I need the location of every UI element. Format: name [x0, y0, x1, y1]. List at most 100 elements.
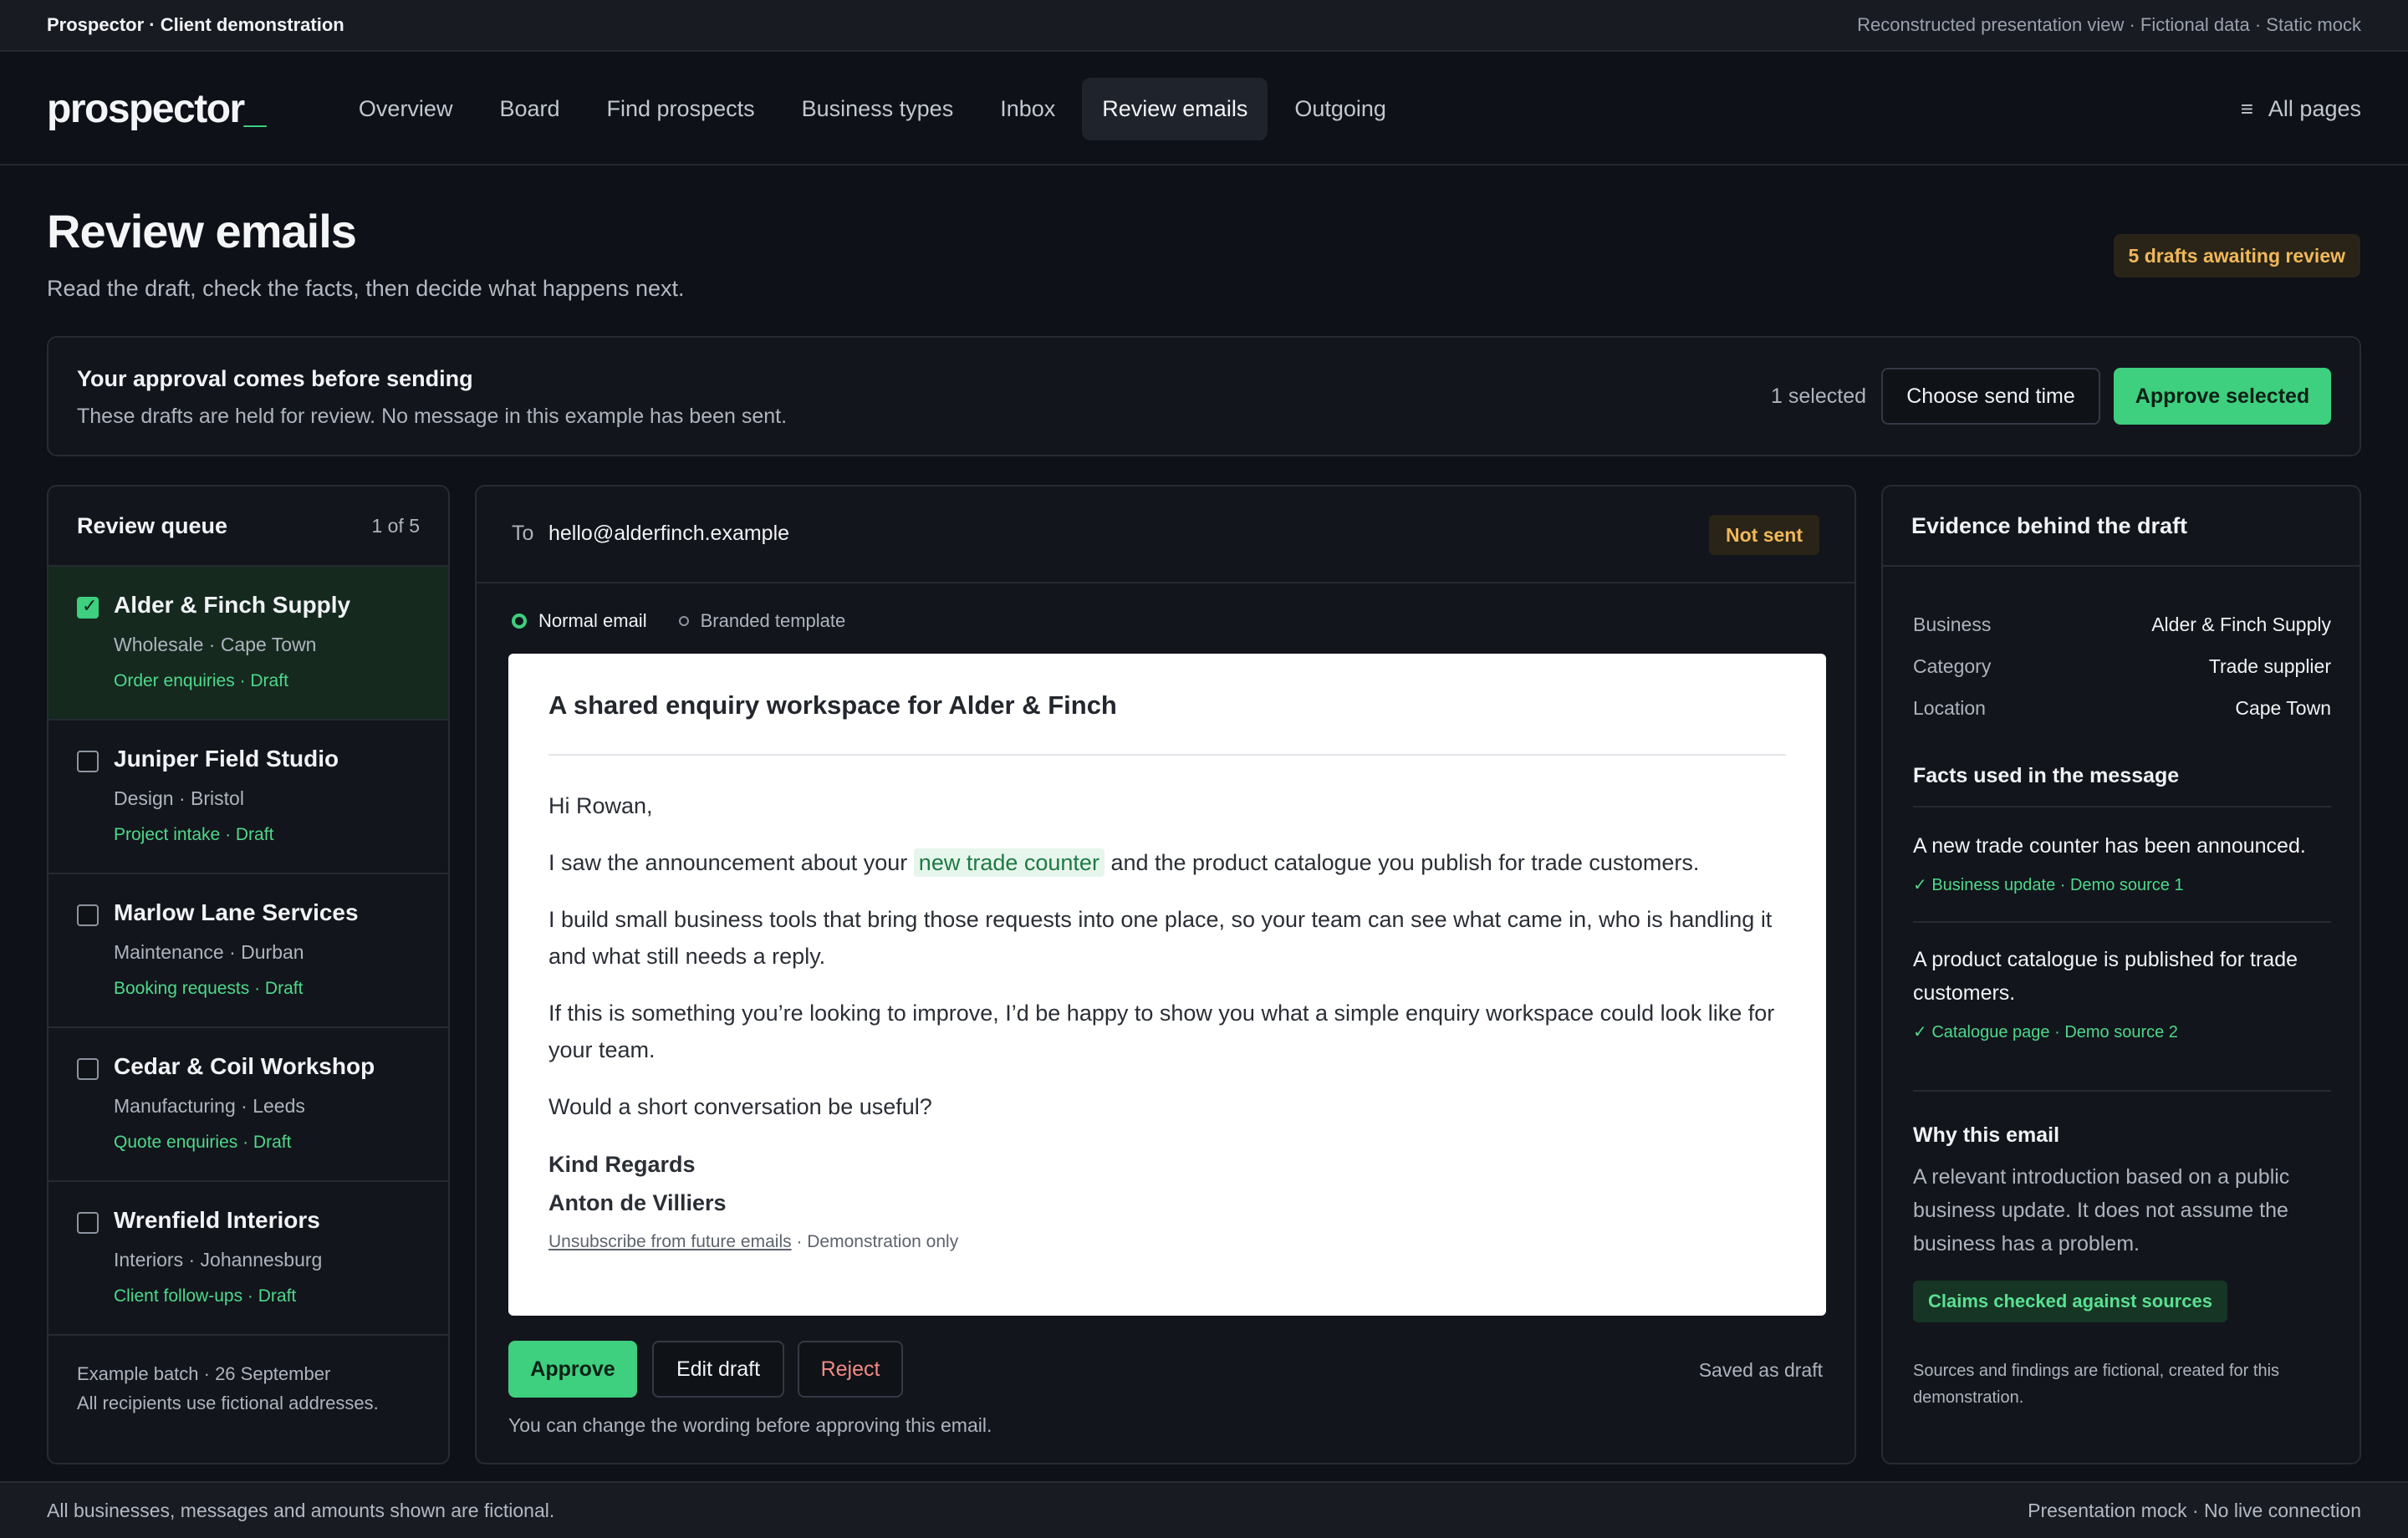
queue-item[interactable]: Marlow Lane Services Maintenance · Durba…	[48, 874, 448, 1028]
queue-title: Review queue	[77, 512, 228, 538]
mode-normal-label: Normal email	[538, 610, 647, 631]
fact-item: A new trade counter has been announced. …	[1913, 829, 2331, 896]
queue-item-status: Client follow-ups · Draft	[114, 1286, 297, 1306]
queue-count: 1 of 5	[371, 514, 420, 537]
nav-find-prospects[interactable]: Find prospects	[587, 78, 775, 140]
highlighted-fact: new trade counter	[913, 848, 1105, 877]
nav-outgoing[interactable]: Outgoing	[1274, 78, 1406, 140]
queue-item[interactable]: ✓ Alder & Finch Supply Wholesale · Cape …	[48, 567, 448, 721]
queue-item[interactable]: Wrenfield Interiors Interiors · Johannes…	[48, 1182, 448, 1336]
all-pages-button[interactable]: ≡ All pages	[2241, 96, 2361, 122]
page-footer: All businesses, messages and amounts sho…	[0, 1481, 2408, 1538]
divider	[1913, 921, 2331, 923]
queue-item-status: Quote enquiries · Draft	[114, 1133, 292, 1152]
unsubscribe-link[interactable]: Unsubscribe from future emails	[548, 1232, 792, 1251]
radio-unselected-icon	[678, 616, 689, 626]
field-label: Location	[1913, 697, 1986, 719]
subject-divider	[548, 754, 1786, 756]
menu-icon: ≡	[2240, 95, 2253, 121]
divider	[1913, 806, 2331, 807]
email-subject: A shared enquiry workspace for Alder & F…	[548, 690, 1117, 720]
queue-checkbox[interactable]: ✓	[77, 595, 99, 619]
queue-item-status: Order enquiries · Draft	[114, 671, 288, 690]
queue-item-meta: Interiors · Johannesburg	[114, 1249, 323, 1271]
selected-count: 1 selected	[1771, 384, 1866, 408]
edit-hint: You can change the wording before approv…	[508, 1414, 992, 1436]
footer-right: Presentation mock · No live connection	[2028, 1499, 2361, 1521]
edit-draft-button[interactable]: Edit draft	[652, 1341, 784, 1398]
queue-item-meta: Design · Bristol	[114, 787, 244, 809]
queue-item-status: Booking requests · Draft	[114, 979, 304, 998]
email-greeting: Hi Rowan,	[548, 793, 653, 818]
app-title: Prospector · Client demonstration	[47, 14, 344, 35]
field-value: Trade supplier	[2208, 655, 2331, 677]
email-paragraph-4: Would a short conversation be useful?	[548, 1094, 932, 1119]
email-signoff: Kind Regards	[548, 1152, 696, 1177]
queue-item[interactable]: Cedar & Coil Workshop Manufacturing · Le…	[48, 1028, 448, 1182]
fact-source: ✓ Business update · Demo source 1	[1913, 876, 2184, 894]
queue-checkbox[interactable]	[77, 751, 99, 772]
check-icon: ✓	[82, 595, 98, 616]
footer-left: All businesses, messages and amounts sho…	[47, 1499, 555, 1521]
review-queue: Review queue 1 of 5 ✓ Alder & Finch Supp…	[47, 485, 450, 1464]
why-title: Why this email	[1913, 1123, 2060, 1147]
field-location: Location Cape Town	[1913, 697, 2331, 720]
approval-banner: Your approval comes before sending These…	[47, 336, 2361, 456]
banner-title: Your approval comes before sending	[77, 366, 473, 391]
saved-note: Saved as draft	[1698, 1359, 1823, 1381]
queue-item-status: Project intake · Draft	[114, 825, 274, 844]
email-paragraph-1: I saw the announcement about your new tr…	[548, 848, 1700, 877]
why-text: A relevant introduction based on a publi…	[1913, 1165, 2290, 1255]
field-value: Cape Town	[2235, 697, 2331, 719]
mode-normal-email[interactable]: Normal email	[512, 610, 647, 632]
logo[interactable]: prospector_	[47, 86, 266, 132]
page-title: Review emails	[47, 205, 357, 257]
queue-checkbox[interactable]	[77, 1058, 99, 1080]
fact-text: A product catalogue is published for tra…	[1913, 948, 2298, 1005]
status-badge: Not sent	[1709, 515, 1819, 555]
to-label: To	[512, 522, 534, 545]
mock-note: Reconstructed presentation view · Fictio…	[1857, 14, 2361, 35]
fact-source: ✓ Catalogue page · Demo source 2	[1913, 1023, 2178, 1041]
email-body: Hi Rowan, I saw the announcement about y…	[548, 787, 1789, 1222]
queue-item-meta: Wholesale · Cape Town	[114, 634, 317, 655]
email-panel: To hello@alderfinch.example Not sent Nor…	[475, 485, 1856, 1464]
mode-branded-template[interactable]: Branded template	[678, 610, 846, 632]
queue-footer-batch: Example batch · 26 September	[77, 1363, 331, 1384]
field-category: Category Trade supplier	[1913, 655, 2331, 678]
queue-item[interactable]: Juniper Field Studio Design · Bristol Pr…	[48, 721, 448, 874]
queue-footer: Example batch · 26 September All recipie…	[77, 1359, 379, 1418]
banner-subtitle: These drafts are held for review. No mes…	[77, 405, 788, 428]
queue-item-meta: Manufacturing · Leeds	[114, 1095, 305, 1117]
field-label: Business	[1913, 614, 1992, 635]
evidence-disclaimer: Sources and findings are fictional, crea…	[1913, 1362, 2280, 1407]
facts-title: Facts used in the message	[1913, 764, 2180, 787]
nav-inbox[interactable]: Inbox	[980, 78, 1075, 140]
choose-send-time-button[interactable]: Choose send time	[1881, 368, 2100, 425]
queue-checkbox[interactable]	[77, 1212, 99, 1234]
nav-business-types[interactable]: Business types	[782, 78, 974, 140]
claims-checked-badge: Claims checked against sources	[1913, 1281, 2227, 1322]
fact-item: A product catalogue is published for tra…	[1913, 943, 2331, 1043]
unsubscribe-line: Unsubscribe from future emails · Demonst…	[548, 1232, 959, 1251]
approve-selected-button[interactable]: Approve selected	[2114, 368, 2331, 425]
nav-review-emails[interactable]: Review emails	[1082, 77, 1268, 140]
evidence-title: Evidence behind the draft	[1883, 486, 2360, 567]
radio-selected-icon	[512, 614, 527, 629]
main-nav: prospector_ Overview Board Find prospect…	[0, 53, 2408, 166]
email-mode-toggle: Normal email Branded template	[512, 610, 845, 632]
nav-overview[interactable]: Overview	[339, 78, 473, 140]
evidence-panel: Evidence behind the draft Business Alder…	[1881, 485, 2361, 1464]
email-paragraph-2: I build small business tools that bring …	[548, 907, 1773, 969]
field-value: Alder & Finch Supply	[2151, 614, 2331, 635]
approve-button[interactable]: Approve	[508, 1341, 637, 1398]
page-subtitle: Read the draft, check the facts, then de…	[47, 276, 685, 301]
nav-board[interactable]: Board	[479, 78, 579, 140]
email-sender: Anton de Villiers	[548, 1190, 727, 1215]
queue-item-name: Juniper Field Studio	[114, 746, 339, 772]
email-preview: A shared enquiry workspace for Alder & F…	[508, 654, 1826, 1316]
reject-button[interactable]: Reject	[798, 1341, 903, 1398]
queue-checkbox[interactable]	[77, 904, 99, 926]
field-business: Business Alder & Finch Supply	[1913, 614, 2331, 636]
mode-branded-label: Branded template	[700, 610, 846, 631]
